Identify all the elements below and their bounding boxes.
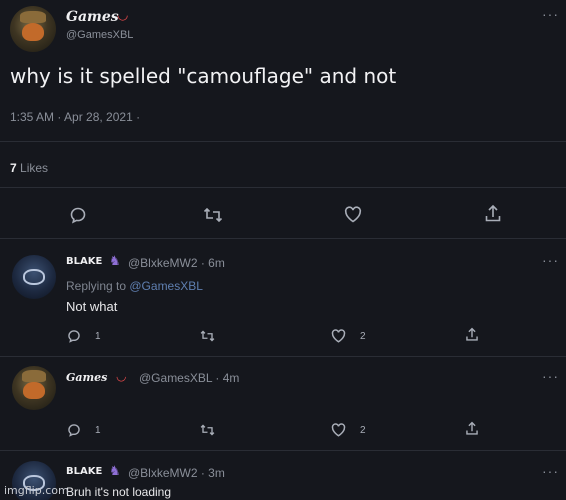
retweet-icon[interactable] bbox=[200, 423, 215, 437]
avatar-hat-shape bbox=[21, 370, 47, 382]
like-count: 2 bbox=[360, 425, 366, 436]
reply-icon[interactable] bbox=[67, 329, 81, 343]
badge-icon: ♞ bbox=[109, 253, 121, 268]
like-count: 2 bbox=[360, 331, 366, 342]
more-icon[interactable]: ··· bbox=[542, 252, 559, 268]
more-icon[interactable]: ··· bbox=[542, 368, 559, 384]
divider bbox=[0, 238, 566, 239]
divider bbox=[0, 356, 566, 357]
watermark: imgflip.com bbox=[4, 484, 69, 497]
likes-label: Likes bbox=[20, 161, 49, 175]
avatar[interactable] bbox=[12, 255, 56, 299]
more-icon[interactable]: ··· bbox=[542, 6, 559, 22]
divider bbox=[0, 141, 566, 142]
more-icon[interactable]: ··· bbox=[542, 463, 559, 479]
reply-author-name[interactable]: BLAKE bbox=[66, 466, 102, 477]
share-icon[interactable] bbox=[465, 421, 479, 436]
reply-text: Not what bbox=[66, 299, 118, 314]
reply-count: 1 bbox=[95, 425, 101, 436]
reply-icon[interactable] bbox=[69, 206, 87, 224]
avatar-face-shape bbox=[23, 381, 45, 400]
avatar[interactable] bbox=[10, 6, 56, 52]
retweet-icon[interactable] bbox=[203, 206, 223, 224]
watermelon-emoji-icon: ◡ bbox=[117, 7, 129, 22]
reply-author-handle[interactable]: @BlxkeMW2 · 3m bbox=[128, 466, 225, 480]
reply-author-name[interactable]: BLAKE bbox=[66, 256, 102, 267]
reply-text: Bruh it's not loading bbox=[66, 485, 172, 499]
reply-author-handle[interactable]: @BlxkeMW2 · 6m bbox=[128, 256, 225, 270]
author-name[interactable]: Games bbox=[66, 9, 119, 25]
tweet-timestamp[interactable]: 1:35 AM · Apr 28, 2021 · bbox=[10, 110, 140, 124]
watermelon-emoji-icon: ◡ bbox=[116, 369, 127, 383]
replying-to: Replying to @GamesXBL bbox=[66, 279, 203, 293]
reply-count: 1 bbox=[95, 331, 101, 342]
heart-icon[interactable] bbox=[344, 206, 362, 223]
divider bbox=[0, 187, 566, 188]
replying-prefix: Replying to bbox=[66, 279, 130, 293]
share-icon[interactable] bbox=[484, 204, 502, 223]
share-icon[interactable] bbox=[465, 327, 479, 342]
author-handle[interactable]: @GamesXBL bbox=[66, 29, 133, 41]
avatar-face-shape bbox=[21, 22, 45, 41]
avatar-logo-shape bbox=[22, 269, 46, 285]
avatar[interactable] bbox=[12, 366, 56, 410]
tweet-thread-screen: Games ◡ @GamesXBL ··· why is it spelled … bbox=[0, 0, 566, 500]
retweet-icon[interactable] bbox=[200, 329, 215, 343]
reply-author-handle[interactable]: @GamesXBL · 4m bbox=[139, 371, 239, 385]
tweet-text: why is it spelled "camouflage" and not bbox=[10, 64, 397, 88]
divider bbox=[0, 450, 566, 451]
likes-count: 7 bbox=[10, 161, 17, 175]
heart-icon[interactable] bbox=[331, 423, 346, 437]
reply-icon[interactable] bbox=[67, 423, 81, 437]
avatar-hat-shape bbox=[20, 10, 46, 23]
replying-handle[interactable]: @GamesXBL bbox=[129, 279, 203, 293]
badge-icon: ♞ bbox=[109, 463, 121, 478]
likes-summary[interactable]: 7 Likes bbox=[10, 161, 48, 175]
reply-author-name[interactable]: Games bbox=[66, 371, 107, 384]
heart-icon[interactable] bbox=[331, 329, 346, 343]
